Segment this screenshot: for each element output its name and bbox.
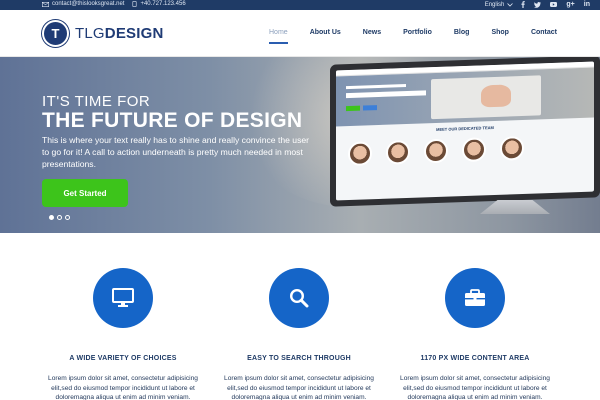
team-photo (348, 141, 372, 167)
screen-line (346, 84, 406, 90)
hero-title-line1: IT'S TIME FOR (42, 93, 151, 110)
monitor-icon (112, 288, 134, 307)
nav-portfolio[interactable]: Portfolio (403, 29, 432, 44)
phone-icon (132, 1, 137, 7)
site-header: T TLGDESIGN Home About Us News Portfolio… (0, 10, 600, 57)
facebook-icon[interactable] (521, 1, 526, 8)
twitter-icon[interactable] (534, 1, 542, 8)
team-photo (386, 139, 410, 165)
logo-prefix: TLG (75, 25, 105, 42)
phone-text: +40.727.123.456 (140, 1, 186, 7)
screen-team-photos (348, 135, 524, 167)
monitor-stand (480, 200, 550, 214)
feature-card: EASY TO SEARCH THROUGH Lorem ipsum dolor… (214, 268, 384, 400)
team-photo (500, 135, 524, 161)
nav-home[interactable]: Home (269, 29, 288, 44)
hero-body-text: This is where your text really has to sh… (42, 135, 310, 169)
hero-title-line2: THE FUTURE OF DESIGN (42, 109, 303, 132)
logo[interactable]: T TLGDESIGN (42, 20, 164, 47)
linkedin-icon[interactable]: in (584, 1, 590, 8)
envelope-icon (42, 1, 49, 7)
feature-card: A WIDE VARIETY OF CHOICES Lorem ipsum do… (38, 268, 208, 400)
google-plus-icon[interactable]: g+ (566, 1, 574, 8)
feature-text: Lorem ipsum dolor sit amet, consectetur … (224, 375, 374, 400)
screen-button (363, 105, 377, 111)
briefcase-icon (465, 289, 485, 306)
language-selector[interactable]: English (485, 2, 514, 8)
feature-icon-circle (93, 268, 153, 328)
feature-title: EASY TO SEARCH THROUGH (247, 355, 351, 362)
language-label: English (484, 1, 505, 8)
monitor-screen: MEET OUR DEDICATED TEAM (336, 61, 594, 201)
slider-dot-3[interactable] (65, 215, 70, 220)
nav-blog[interactable]: Blog (454, 29, 470, 44)
slider-dot-2[interactable] (57, 215, 62, 220)
hero-slider: IT'S TIME FOR THE FUTURE OF DESIGN This … (0, 57, 600, 233)
email-text: contact@thislooksgreat.net (52, 1, 125, 7)
nav-about-us[interactable]: About Us (310, 29, 341, 44)
screen-button (346, 105, 360, 112)
get-started-button[interactable]: Get Started (42, 179, 128, 207)
feature-card: 1170 PX WIDE CONTENT AREA Lorem ipsum do… (390, 268, 560, 400)
features-section: A WIDE VARIETY OF CHOICES Lorem ipsum do… (0, 233, 600, 400)
phone-contact[interactable]: +40.727.123.456 (132, 1, 186, 7)
team-photo (462, 137, 486, 163)
search-icon (289, 288, 309, 308)
monitor-frame: MEET OUR DEDICATED TEAM (330, 57, 600, 207)
chevron-down-icon (507, 2, 514, 7)
monitor-illustration: MEET OUR DEDICATED TEAM (330, 57, 600, 214)
feature-icon-circle (445, 268, 505, 328)
logo-suffix: DESIGN (104, 25, 164, 42)
feature-text: Lorem ipsum dolor sit amet, consectetur … (48, 375, 198, 400)
youtube-icon[interactable] (550, 2, 558, 7)
nav-news[interactable]: News (363, 29, 381, 44)
logo-text: TLGDESIGN (75, 25, 164, 42)
screen-hero (336, 67, 594, 127)
email-contact[interactable]: contact@thislooksgreat.net (42, 1, 124, 7)
feature-icon-circle (269, 268, 329, 328)
logo-badge: T (42, 20, 69, 47)
nav-contact[interactable]: Contact (531, 29, 557, 44)
slider-dots (49, 215, 70, 220)
main-nav: Home About Us News Portfolio Blog Shop C… (269, 29, 557, 44)
nav-shop[interactable]: Shop (491, 29, 509, 44)
team-photo (424, 138, 448, 164)
feature-title: 1170 PX WIDE CONTENT AREA (420, 355, 530, 362)
slider-dot-1[interactable] (49, 215, 54, 220)
feature-text: Lorem ipsum dolor sit amet, consectetur … (400, 375, 550, 400)
top-bar: contact@thislooksgreat.net +40.727.123.4… (0, 0, 600, 10)
screen-line (346, 90, 426, 99)
feature-title: A WIDE VARIETY OF CHOICES (69, 355, 177, 362)
keyboard-photo (431, 75, 541, 120)
